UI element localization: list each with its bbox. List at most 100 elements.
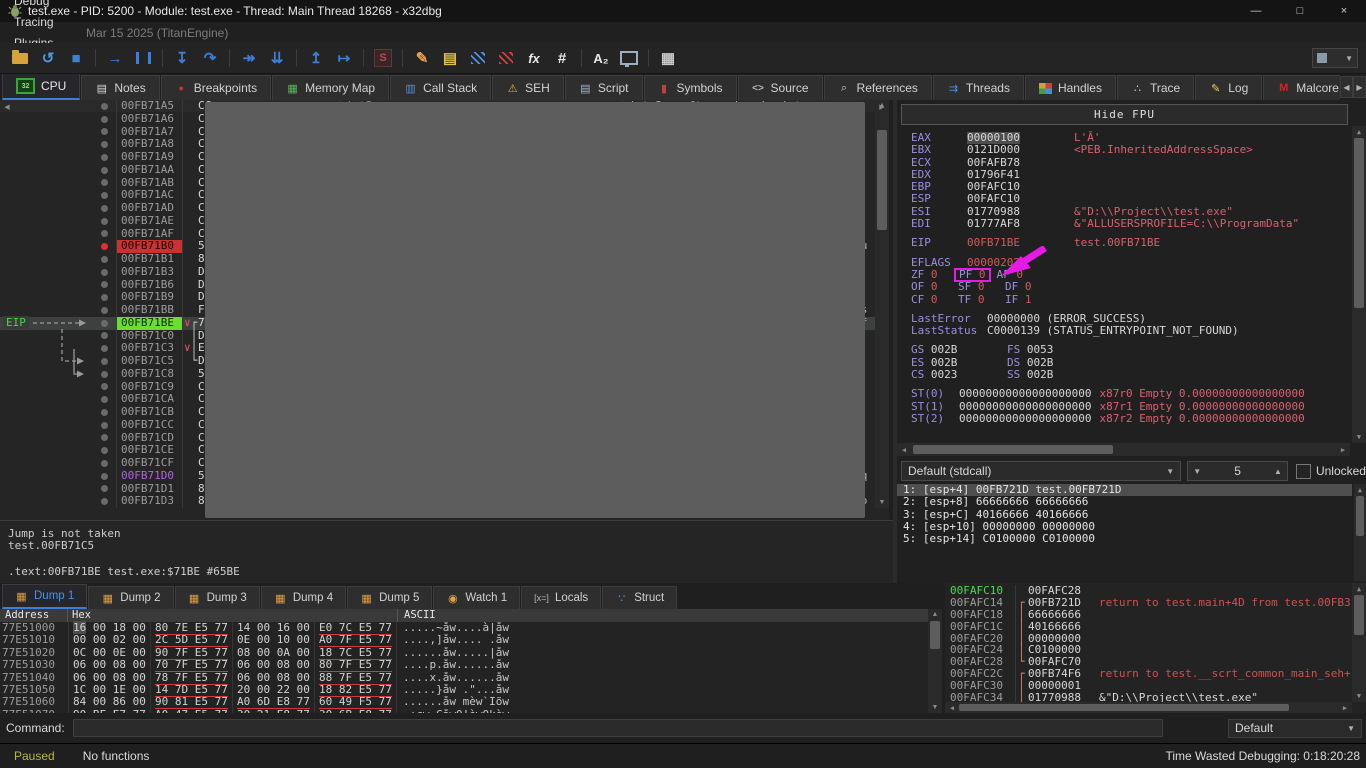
calculator-icon[interactable]: ▦: [655, 46, 681, 70]
maximize-button[interactable]: □: [1278, 0, 1322, 22]
breakpoint-gutter[interactable]: [93, 444, 117, 457]
patch-icon[interactable]: ✎: [409, 46, 435, 70]
breakpoint-gutter[interactable]: [93, 406, 117, 419]
register-value[interactable]: 00FAFC10: [967, 193, 1074, 206]
arguments-scrollbar[interactable]: ▲: [1354, 484, 1366, 581]
breakpoint-gutter[interactable]: [93, 112, 117, 126]
tab-threads[interactable]: ⇉ Threads: [932, 75, 1024, 100]
tab-malcore[interactable]: M Malcore: [1263, 75, 1340, 100]
register-value[interactable]: 0121D000: [967, 143, 1074, 156]
tab-dump-1[interactable]: ▦ Dump 1: [2, 584, 88, 609]
hash-icon[interactable]: #: [549, 46, 575, 70]
breakpoint-gutter[interactable]: [93, 176, 117, 190]
unlocked-checkbox[interactable]: Unlocked: [1295, 463, 1366, 479]
breakpoint-gutter[interactable]: [93, 189, 117, 202]
menu-tracing[interactable]: Tracing: [4, 12, 80, 33]
breakpoint-gutter[interactable]: [93, 278, 117, 292]
breakpoint-gutter[interactable]: [93, 495, 117, 508]
breakpoint-gutter[interactable]: [93, 316, 117, 330]
tab-locals[interactable]: [x=] Locals: [521, 586, 602, 609]
skip-next-icon[interactable]: S: [370, 46, 396, 70]
stack-row[interactable]: 00FAFC14 ┌ 00FB721D return to test.main+4D …: [945, 596, 1352, 609]
registers-vertical-scrollbar[interactable]: ▲ ▼: [1352, 126, 1366, 443]
argument-row[interactable]: 2: [esp+8] 66666666 66666666: [897, 495, 1352, 508]
tab-scroll-right-button[interactable]: ▶: [1353, 76, 1366, 98]
stack-row[interactable]: 00FAFC1C │ 40166666: [945, 620, 1352, 633]
step-over-icon[interactable]: ↷: [197, 46, 223, 70]
command-input[interactable]: [72, 719, 1163, 737]
close-button[interactable]: ×: [1322, 0, 1366, 22]
flag-if[interactable]: IF 1: [1005, 293, 1052, 306]
run-to-user-code-icon[interactable]: ↦: [331, 46, 357, 70]
execute-till-return-icon[interactable]: ↥: [303, 46, 329, 70]
step-out-icon[interactable]: ⇊: [264, 46, 290, 70]
tab-seh[interactable]: ⚠ SEH: [492, 75, 564, 100]
stack-row[interactable]: 00FAFC2C ┌ 00FB74F6 return to test.__scrt_c…: [945, 668, 1352, 681]
breakpoint-gutter[interactable]: [93, 214, 117, 228]
breakpoint-gutter[interactable]: [93, 151, 117, 164]
breakpoint-gutter[interactable]: [93, 457, 117, 470]
tab-cpu[interactable]: 32 CPU: [2, 74, 81, 100]
breakpoint-gutter[interactable]: [93, 355, 117, 368]
stack-row[interactable]: 00FAFC30 │ 00000001: [945, 680, 1352, 693]
breakpoint-gutter[interactable]: [93, 202, 117, 215]
tab-dump-4[interactable]: ▦ Dump 4: [260, 586, 347, 609]
attach-icon[interactable]: [616, 46, 642, 70]
breakpoint-gutter[interactable]: [93, 431, 117, 445]
dump-row[interactable]: 77E51060 84 00 86 00 90 81 E5 77 A0 6D E8 7…: [0, 695, 928, 710]
calling-convention-select[interactable]: Default (stdcall) ▼: [901, 461, 1182, 481]
tab-trace[interactable]: ∴ Trace: [1116, 75, 1195, 100]
tab-dump-3[interactable]: ▦ Dump 3: [174, 586, 260, 609]
tab-breakpoints[interactable]: ● Breakpoints: [160, 75, 272, 100]
stack-row[interactable]: 00FAFC20 │ 00000000: [945, 632, 1352, 645]
breakpoint-gutter[interactable]: [93, 138, 117, 151]
dump-row[interactable]: 77E51070 90 BF E7 77 A0 47 E5 77 30 21 E8 7…: [0, 707, 928, 713]
breakpoint-gutter[interactable]: [93, 163, 117, 177]
argument-row[interactable]: 5: [esp+14] C0100000 C0100000: [897, 532, 1352, 545]
breakpoint-gutter[interactable]: [93, 367, 117, 381]
tab-references[interactable]: ⌕ References: [823, 75, 932, 100]
tab-source[interactable]: <> Source: [737, 75, 823, 100]
stack-row[interactable]: 00FAFC10 00FAFC28: [945, 585, 1352, 597]
stack-row[interactable]: 00FAFC18 │ 66666666: [945, 608, 1352, 621]
breakpoint-gutter[interactable]: [93, 227, 117, 241]
tab-handles[interactable]: Handles: [1024, 75, 1116, 100]
tab-symbols[interactable]: ▮ Symbols: [643, 75, 737, 100]
open-file-icon[interactable]: [7, 46, 33, 70]
tab-notes[interactable]: ▤ Notes: [81, 75, 160, 100]
tab-dump-2[interactable]: ▦ Dump 2: [88, 586, 174, 609]
breakpoint-gutter[interactable]: [93, 291, 117, 304]
flag-tf[interactable]: TF 0: [958, 293, 1005, 306]
tab-watch-1[interactable]: ◉ Watch 1: [433, 586, 521, 609]
restart-icon[interactable]: ↺: [35, 46, 61, 70]
breakpoint-gutter[interactable]: [93, 125, 117, 139]
label-icon[interactable]: [465, 46, 491, 70]
breakpoint-gutter[interactable]: [93, 100, 117, 113]
menu-debug[interactable]: Debug: [4, 0, 80, 12]
bookmark-icon[interactable]: [493, 46, 519, 70]
pause-icon[interactable]: [130, 46, 156, 70]
breakpoint-gutter[interactable]: [93, 469, 117, 483]
breakpoint-gutter[interactable]: [93, 253, 117, 266]
command-profile-select[interactable]: Default ▼: [1228, 718, 1362, 738]
arg-count-spinner[interactable]: ▼ 5 ▲: [1187, 461, 1288, 481]
disasm-vertical-scrollbar[interactable]: ▲ ▼: [875, 100, 889, 508]
breakpoint-gutter[interactable]: [93, 342, 117, 355]
toolbar-dropdown[interactable]: ▼: [1312, 48, 1358, 68]
tab-call-stack[interactable]: ▥ Call Stack: [390, 75, 492, 100]
tab-log[interactable]: ✎ Log: [1195, 75, 1263, 100]
tab-scroll-left-button[interactable]: ◀: [1340, 76, 1353, 98]
tab-memory-map[interactable]: ▦ Memory Map: [272, 75, 390, 100]
registers-horizontal-scrollbar[interactable]: ◀ ▶: [897, 443, 1350, 456]
breakpoint-gutter[interactable]: [93, 482, 117, 496]
register-value[interactable]: 01777AF8: [967, 217, 1074, 230]
function-icon[interactable]: fx: [521, 46, 547, 70]
hide-fpu-button[interactable]: Hide FPU: [901, 104, 1348, 125]
dump-selected-byte[interactable]: 16: [73, 621, 87, 634]
stop-icon[interactable]: ■: [63, 46, 89, 70]
dump-vertical-scrollbar[interactable]: ▲ ▼: [928, 609, 942, 713]
breakpoint-gutter[interactable]: [93, 418, 117, 432]
step-into-icon[interactable]: ↧: [169, 46, 195, 70]
breakpoint-gutter[interactable]: [93, 380, 117, 394]
breakpoint-gutter[interactable]: [93, 240, 117, 253]
